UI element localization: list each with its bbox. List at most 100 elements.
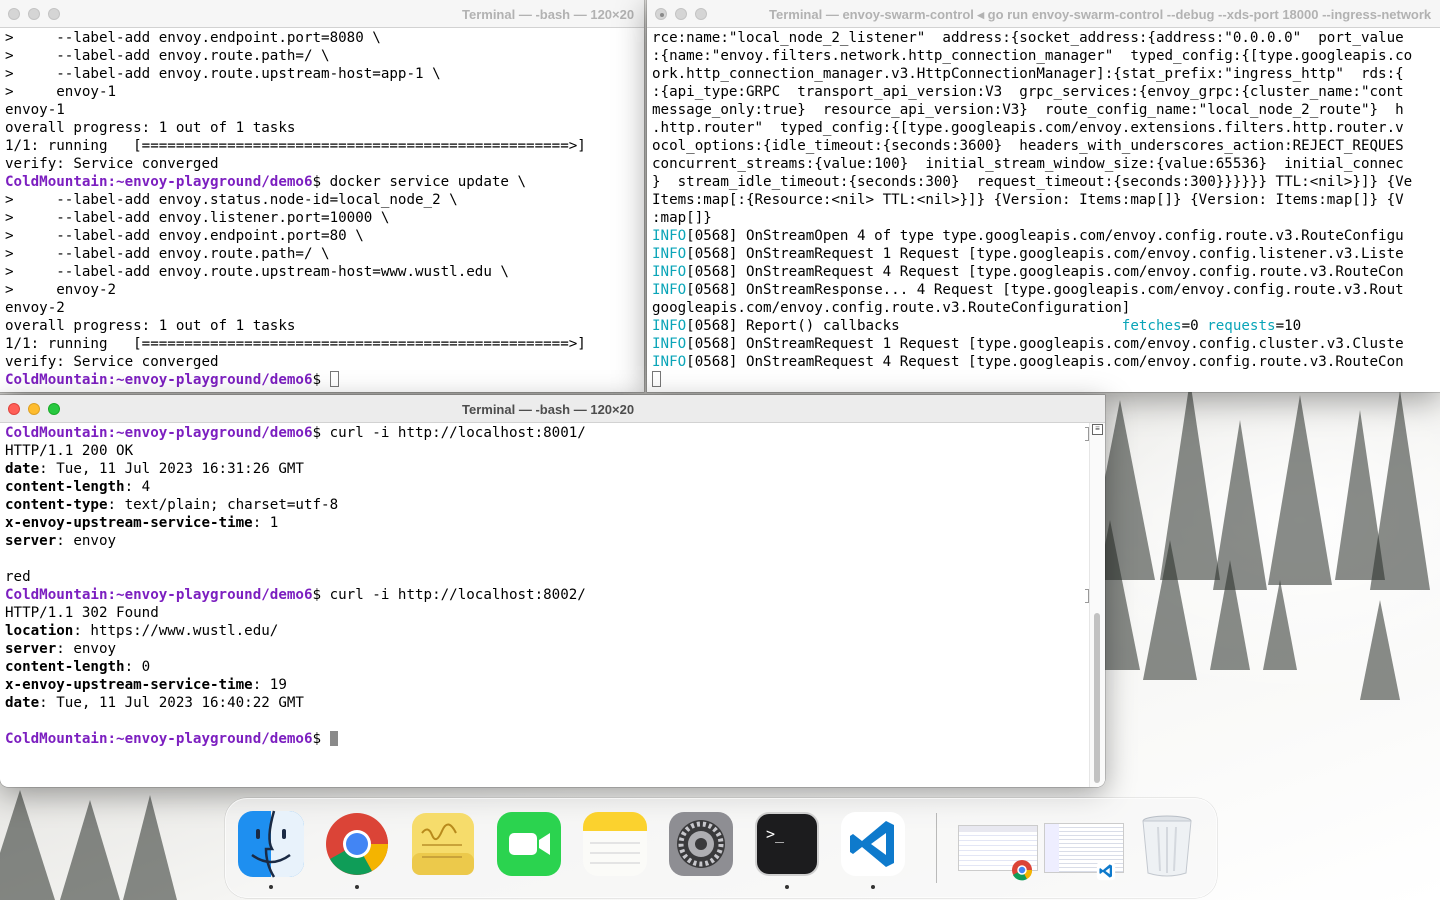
close-button[interactable] bbox=[8, 8, 20, 20]
titlebar[interactable]: Terminal — -bash — 120×20 bbox=[0, 0, 644, 28]
terminal-line: > envoy-2 bbox=[5, 281, 639, 299]
terminal-line: overall progress: 1 out of 1 tasks bbox=[5, 317, 639, 335]
terminal-text: Items:map[:{Resource:<nil> TTL:<nil>}]} … bbox=[652, 192, 1404, 208]
notes-icon[interactable] bbox=[580, 809, 650, 879]
terminal-text: ork.http_connection_manager.v3.HttpConne… bbox=[652, 66, 1404, 82]
log-level: fetches bbox=[1121, 318, 1182, 334]
minimize-button[interactable] bbox=[28, 403, 40, 415]
terminal-text: > --label-add envoy.route.path=/ \ bbox=[5, 246, 330, 262]
terminal-window-top-right[interactable]: Terminal — envoy-swarm-control ◂ go run … bbox=[647, 0, 1440, 392]
terminal-text: [0568] OnStreamOpen 4 of type type.googl… bbox=[686, 228, 1404, 244]
terminal-line: INFO[0568] OnStreamResponse... 4 Request… bbox=[652, 281, 1435, 299]
dock-separator bbox=[936, 813, 937, 883]
close-button[interactable] bbox=[8, 403, 20, 415]
terminal-text: envoy-1 bbox=[5, 102, 65, 118]
terminal-line: > --label-add envoy.route.path=/ \ bbox=[5, 245, 639, 263]
terminal-text: $ curl -i http://localhost:8001/ bbox=[312, 425, 586, 441]
close-button[interactable] bbox=[655, 8, 667, 20]
header-key: x-envoy-upstream-service-time bbox=[5, 677, 253, 693]
dock: >_ bbox=[225, 798, 1217, 898]
terminal-output[interactable]: rce:name:"local_node_2_listener" address… bbox=[647, 28, 1440, 390]
titlebar[interactable]: Terminal — envoy-swarm-control ◂ go run … bbox=[647, 0, 1440, 28]
terminal-window-bottom[interactable]: Terminal — -bash — 120×20 ColdMountain:~… bbox=[0, 395, 1105, 787]
terminal-line: INFO[0568] OnStreamRequest 4 Request [ty… bbox=[652, 263, 1435, 281]
shell-prompt: ColdMountain:~envoy-playground/demo6 bbox=[5, 425, 313, 441]
terminal-text: [0568] OnStreamRequest 4 Request [type.g… bbox=[686, 354, 1404, 370]
chrome-badge-icon bbox=[1012, 860, 1033, 881]
terminal-line: ColdMountain:~envoy-playground/demo6$ cu… bbox=[5, 586, 1100, 604]
terminal-text: overall progress: 1 out of 1 tasks bbox=[5, 120, 296, 136]
terminal-line: .http.router" typed_config:{[type.google… bbox=[652, 119, 1435, 137]
header-key: location bbox=[5, 623, 74, 639]
terminal-text: HTTP/1.1 302 Found bbox=[5, 605, 159, 621]
finder-icon[interactable] bbox=[236, 809, 306, 889]
split-pane-icon[interactable]: ≡ bbox=[1092, 424, 1103, 435]
terminal-text: overall progress: 1 out of 1 tasks bbox=[5, 318, 296, 334]
minimize-button[interactable] bbox=[675, 8, 687, 20]
terminal-output[interactable]: > --label-add envoy.endpoint.port=8080 \… bbox=[0, 28, 644, 390]
terminal-text: $ docker service update \ bbox=[312, 174, 527, 190]
minimized-chrome-window-thumbnail[interactable] bbox=[956, 809, 1038, 881]
terminal-text: $ bbox=[312, 731, 330, 747]
terminal-text: > envoy-1 bbox=[5, 84, 117, 100]
zoom-button[interactable] bbox=[48, 8, 60, 20]
terminal-line: ColdMountain:~envoy-playground/demo6$ cu… bbox=[5, 424, 1100, 442]
scroll-thumb[interactable] bbox=[1094, 613, 1100, 783]
trash-icon-graphic bbox=[1142, 815, 1192, 877]
terminal-output[interactable]: ColdMountain:~envoy-playground/demo6$ cu… bbox=[0, 423, 1105, 749]
terminal-text: : envoy bbox=[56, 641, 117, 657]
log-level: INFO bbox=[652, 336, 687, 352]
shell-prompt: ColdMountain:~envoy-playground/demo6 bbox=[5, 731, 313, 747]
terminal-text: > --label-add envoy.route.upstream-host=… bbox=[5, 66, 441, 82]
terminal-icon[interactable]: >_ bbox=[752, 809, 822, 889]
terminal-text: [0568] OnStreamRequest 1 Request [type.g… bbox=[686, 246, 1404, 262]
header-key: date bbox=[5, 695, 40, 711]
tree-silhouette bbox=[1142, 540, 1197, 680]
text-cursor bbox=[329, 731, 338, 746]
system-settings-icon[interactable] bbox=[666, 809, 736, 879]
terminal-line: > --label-add envoy.listener.port=10000 … bbox=[5, 209, 639, 227]
terminal-line: red bbox=[5, 568, 1100, 586]
terminal-line: content-type: text/plain; charset=utf-8 bbox=[5, 496, 1100, 514]
shell-prompt: ColdMountain:~envoy-playground/demo6 bbox=[5, 174, 313, 190]
terminal-line: envoy-1 bbox=[5, 101, 639, 119]
vscode-badge-icon bbox=[1096, 861, 1116, 881]
terminal-line: location: https://www.wustl.edu/ bbox=[5, 622, 1100, 640]
minimized-vscode-window-thumbnail[interactable] bbox=[1044, 809, 1124, 881]
terminal-line: INFO[0568] OnStreamRequest 4 Request [ty… bbox=[652, 353, 1435, 371]
terminal-text: > envoy-2 bbox=[5, 282, 117, 298]
trash-icon[interactable] bbox=[1132, 809, 1202, 879]
log-level: requests bbox=[1207, 318, 1276, 334]
terminal-line: 1/1: running [==========================… bbox=[5, 335, 639, 353]
facetime-icon[interactable] bbox=[494, 809, 564, 879]
terminal-line: :{api_type:GRPC transport_api_version:V3… bbox=[652, 83, 1435, 101]
terminal-line: > --label-add envoy.route.path=/ \ bbox=[5, 47, 639, 65]
terminal-line: INFO[0568] OnStreamRequest 1 Request [ty… bbox=[652, 245, 1435, 263]
terminal-text: > --label-add envoy.route.upstream-host=… bbox=[5, 264, 509, 280]
terminal-window-top-left[interactable]: Terminal — -bash — 120×20 > --label-add … bbox=[0, 0, 644, 392]
terminal-text: [0568] OnStreamRequest 1 Request [type.g… bbox=[686, 336, 1404, 352]
terminal-text: : envoy bbox=[56, 533, 117, 549]
terminal-text: [0568] OnStreamRequest 4 Request [type.g… bbox=[686, 264, 1404, 280]
scrollbar[interactable]: ≡ bbox=[1089, 423, 1105, 787]
terminal-text: =10 bbox=[1275, 318, 1302, 334]
stickies-icon[interactable] bbox=[408, 809, 478, 879]
zoom-button[interactable] bbox=[48, 403, 60, 415]
zoom-button[interactable] bbox=[695, 8, 707, 20]
terminal-text: HTTP/1.1 200 OK bbox=[5, 443, 134, 459]
log-level: INFO bbox=[652, 264, 687, 280]
vscode-icon[interactable] bbox=[838, 809, 908, 889]
terminal-text: message_only:true} resource_api_version:… bbox=[652, 102, 1404, 118]
terminal-text: verify: Service converged bbox=[5, 354, 219, 370]
minimize-button[interactable] bbox=[28, 8, 40, 20]
terminal-line: server: envoy bbox=[5, 532, 1100, 550]
terminal-text: googleapis.com/envoy.config.route.v3.Rou… bbox=[652, 300, 1131, 316]
tree-silhouette bbox=[0, 790, 55, 900]
terminal-line: :{name:"envoy.filters.network.http_conne… bbox=[652, 47, 1435, 65]
titlebar[interactable]: Terminal — -bash — 120×20 bbox=[0, 395, 1105, 423]
chrome-icon[interactable] bbox=[322, 809, 392, 889]
terminal-line: date: Tue, 11 Jul 2023 16:31:26 GMT bbox=[5, 460, 1100, 478]
terminal-line: content-length: 4 bbox=[5, 478, 1100, 496]
header-key: server bbox=[5, 533, 57, 549]
running-indicator bbox=[785, 885, 789, 889]
